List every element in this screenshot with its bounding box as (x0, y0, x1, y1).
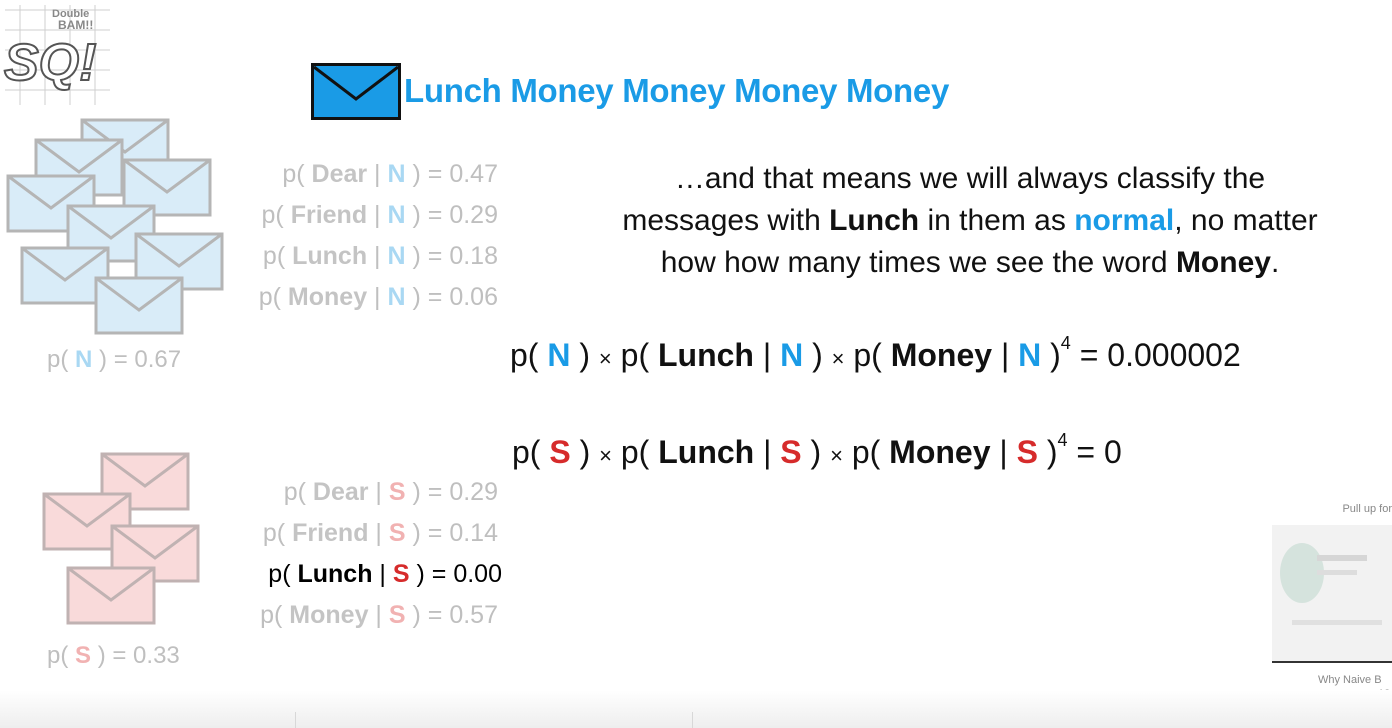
explanation-line-3: how how many times we see the word Money… (660, 246, 1280, 279)
explanation-text: …and that means we will always classify … (540, 158, 1392, 284)
prob-lunch-normal: p( Lunch | N ) = 0.18 (262, 242, 498, 270)
spam-messages-pile (42, 452, 200, 625)
normal-messages-pile (6, 118, 224, 335)
pull-up-label[interactable]: Pull up for (1342, 503, 1392, 515)
prob-money-normal: p( Money | N ) = 0.06 (258, 283, 498, 311)
explanation-line-2: messages with Lunch in them as normal, n… (622, 204, 1318, 237)
statquest-logo: Double BAM!! SQ! (0, 0, 118, 112)
prior-normal: p( N ) = 0.67 (47, 346, 182, 373)
envelope-icon (66, 566, 156, 625)
equation-spam: p( S ) × p( Lunch | S ) × p( Money | S )… (512, 430, 1122, 470)
prob-money-spam: p( Money | S ) = 0.57 (260, 601, 498, 629)
prob-friend-spam: p( Friend | S ) = 0.14 (262, 519, 498, 547)
prob-dear-normal: p( Dear | N ) = 0.47 (282, 160, 498, 188)
logo-text-bam: BAM!! (58, 18, 93, 32)
equation-normal: p( N ) × p( Lunch | N ) × p( Money | N )… (510, 333, 1241, 373)
envelope-icon (94, 276, 184, 335)
equation-normal-result: 0.000002 (1107, 337, 1241, 373)
bottom-fade (0, 690, 1392, 728)
prior-spam: p( S ) = 0.33 (47, 642, 180, 669)
explanation-line-1: …and that means we will always classify … (674, 162, 1266, 195)
equation-spam-result: 0 (1103, 434, 1122, 470)
logo-text-sq: SQ! (4, 34, 96, 92)
prob-friend-normal: p( Friend | N ) = 0.29 (261, 201, 498, 229)
video-thumbnail[interactable] (1272, 525, 1392, 663)
divider (295, 712, 296, 728)
prob-dear-spam: p( Dear | S ) = 0.29 (283, 478, 498, 506)
envelope-icon (311, 63, 401, 120)
divider (692, 712, 693, 728)
prob-lunch-spam: p( Lunch | S ) = 0.00 (268, 560, 502, 588)
page-title: Lunch Money Money Money Money (404, 72, 950, 109)
